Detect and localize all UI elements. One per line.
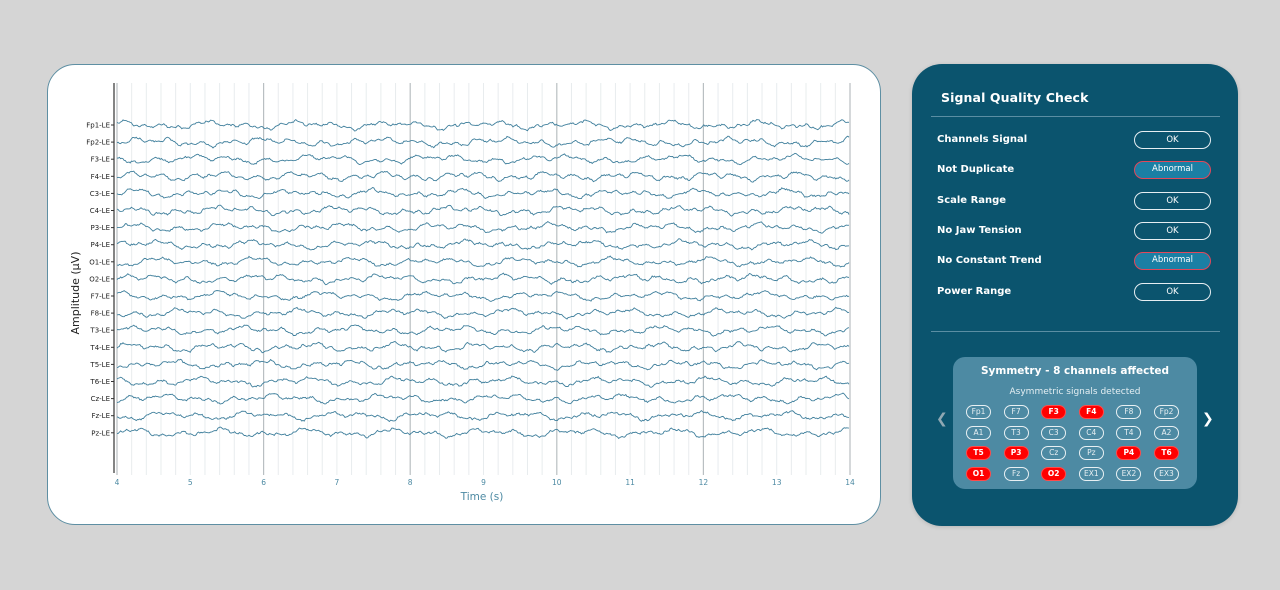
channel-chip[interactable]: Fp1: [966, 405, 991, 419]
channel-label: P4-LE: [90, 241, 110, 249]
x-tick-label: 14: [845, 478, 855, 487]
signal-quality-panel: Signal Quality Check Channels Signal OK No…: [912, 64, 1238, 526]
ok-status-button[interactable]: OK: [1134, 282, 1211, 301]
check-label: Not Duplicate: [937, 164, 1015, 176]
divider: [931, 116, 1220, 117]
ok-status-button[interactable]: OK: [1134, 131, 1211, 149]
x-axis-label: Time (s): [460, 491, 504, 503]
channel-chip[interactable]: EX1: [1078, 466, 1104, 481]
x-tick-label: 9: [481, 478, 486, 487]
channel-label: O1-LE: [89, 258, 110, 266]
channel-label: Fp2-LE: [86, 139, 110, 147]
abnormal-status-button[interactable]: Abnormal: [1134, 252, 1211, 271]
eeg-chart: 4 5 6 7 8 9 10 11 12 13 14 Fp1-LE Fp2-LE F3-LE F4-LE C3…: [69, 83, 855, 503]
check-row: Not Duplicate Abnormal: [937, 161, 1213, 181]
channel-label: Fp1-LE: [86, 122, 110, 130]
channel-label: T5-LE: [89, 361, 110, 369]
ok-status-button[interactable]: OK: [1134, 221, 1211, 240]
channel-label: C3-LE: [90, 190, 110, 198]
channel-chip[interactable]: Fp2: [1154, 405, 1179, 419]
check-row: Scale Range OK: [937, 191, 1213, 212]
x-tick-label: 6: [261, 478, 266, 487]
x-tick-label: 13: [772, 478, 782, 487]
chevron-left-icon[interactable]: ❮: [936, 411, 948, 427]
x-tick-label: 5: [188, 478, 193, 487]
check-row: Power Range OK: [937, 282, 1213, 303]
y-axis-label: Amplitude (µV): [69, 252, 82, 335]
channel-chip[interactable]: A1: [966, 425, 991, 440]
channel-chip[interactable]: T4: [1116, 425, 1142, 440]
channel-label: Cz-LE: [91, 395, 110, 403]
x-tick-label: 4: [115, 478, 120, 487]
symmetry-title: Symmetry - 8 channels affected: [980, 365, 1170, 377]
channel-chip[interactable]: P3: [1003, 446, 1029, 460]
channel-chip[interactable]: F4: [1078, 405, 1104, 419]
channel-label: T6-LE: [89, 378, 110, 386]
channel-label: T3-LE: [89, 327, 110, 335]
channel-chip[interactable]: C3: [1041, 425, 1067, 440]
check-label: No Jaw Tension: [937, 224, 1022, 236]
channel-chip[interactable]: Cz: [1041, 446, 1067, 460]
check-label: Power Range: [937, 285, 1012, 297]
x-tick-label: 8: [408, 478, 413, 487]
chevron-right-icon[interactable]: ❯: [1202, 411, 1214, 427]
abnormal-status-button[interactable]: Abnormal: [1134, 161, 1211, 180]
channel-chip[interactable]: P4: [1116, 446, 1142, 460]
channel-chip[interactable]: Pz: [1078, 446, 1104, 460]
symmetry-card: Symmetry - 8 channels affected Asymmetri…: [953, 357, 1197, 489]
channel-label: P3-LE: [90, 224, 110, 232]
x-tick-label: 7: [335, 478, 340, 487]
channel-chip[interactable]: T5: [966, 446, 991, 460]
channel-label: F8-LE: [91, 310, 110, 318]
channel-label: C4-LE: [90, 207, 110, 215]
channel-label: F7-LE: [91, 293, 110, 301]
channel-chip[interactable]: Fz: [1003, 466, 1029, 481]
check-row: No Constant Trend Abnormal: [937, 252, 1213, 272]
divider: [931, 331, 1220, 332]
channel-label: F3-LE: [91, 156, 110, 164]
check-row: No Jaw Tension OK: [937, 221, 1213, 242]
symmetry-subtitle: Asymmetric signals detected: [1009, 387, 1141, 397]
channel-label: O2-LE: [89, 275, 110, 283]
check-label: Channels Signal: [937, 134, 1028, 145]
channel-label: Pz-LE: [91, 429, 110, 437]
channel-label: Fz-LE: [91, 412, 110, 420]
check-row: Channels Signal OK: [937, 131, 1213, 151]
channel-chip[interactable]: O1: [966, 466, 991, 481]
channel-chip[interactable]: T3: [1003, 425, 1029, 440]
channel-chip[interactable]: EX3: [1154, 466, 1179, 481]
x-tick-label: 11: [625, 478, 635, 487]
channel-chip[interactable]: F8: [1116, 405, 1142, 419]
channel-chip[interactable]: A2: [1154, 425, 1179, 440]
channel-chip[interactable]: C4: [1078, 425, 1104, 440]
ok-status-button[interactable]: OK: [1134, 191, 1211, 210]
channel-label: F4-LE: [91, 173, 110, 181]
check-label: No Constant Trend: [937, 255, 1042, 267]
channel-label: T4-LE: [89, 344, 110, 352]
panel-title: Signal Quality Check: [941, 90, 1089, 105]
eeg-chart-card: 4 5 6 7 8 9 10 11 12 13 14 Fp1-LE Fp2-LE F3-LE F4-LE C3…: [47, 64, 881, 525]
check-label: Scale Range: [937, 194, 1007, 206]
x-tick-label: 12: [699, 478, 709, 487]
x-tick-label: 10: [552, 478, 562, 487]
channel-chip[interactable]: F3: [1041, 405, 1067, 419]
channel-chip[interactable]: F7: [1003, 405, 1029, 419]
channel-chip[interactable]: EX2: [1116, 466, 1142, 481]
channel-chip[interactable]: T6: [1154, 446, 1179, 460]
channel-chip[interactable]: O2: [1041, 466, 1067, 481]
